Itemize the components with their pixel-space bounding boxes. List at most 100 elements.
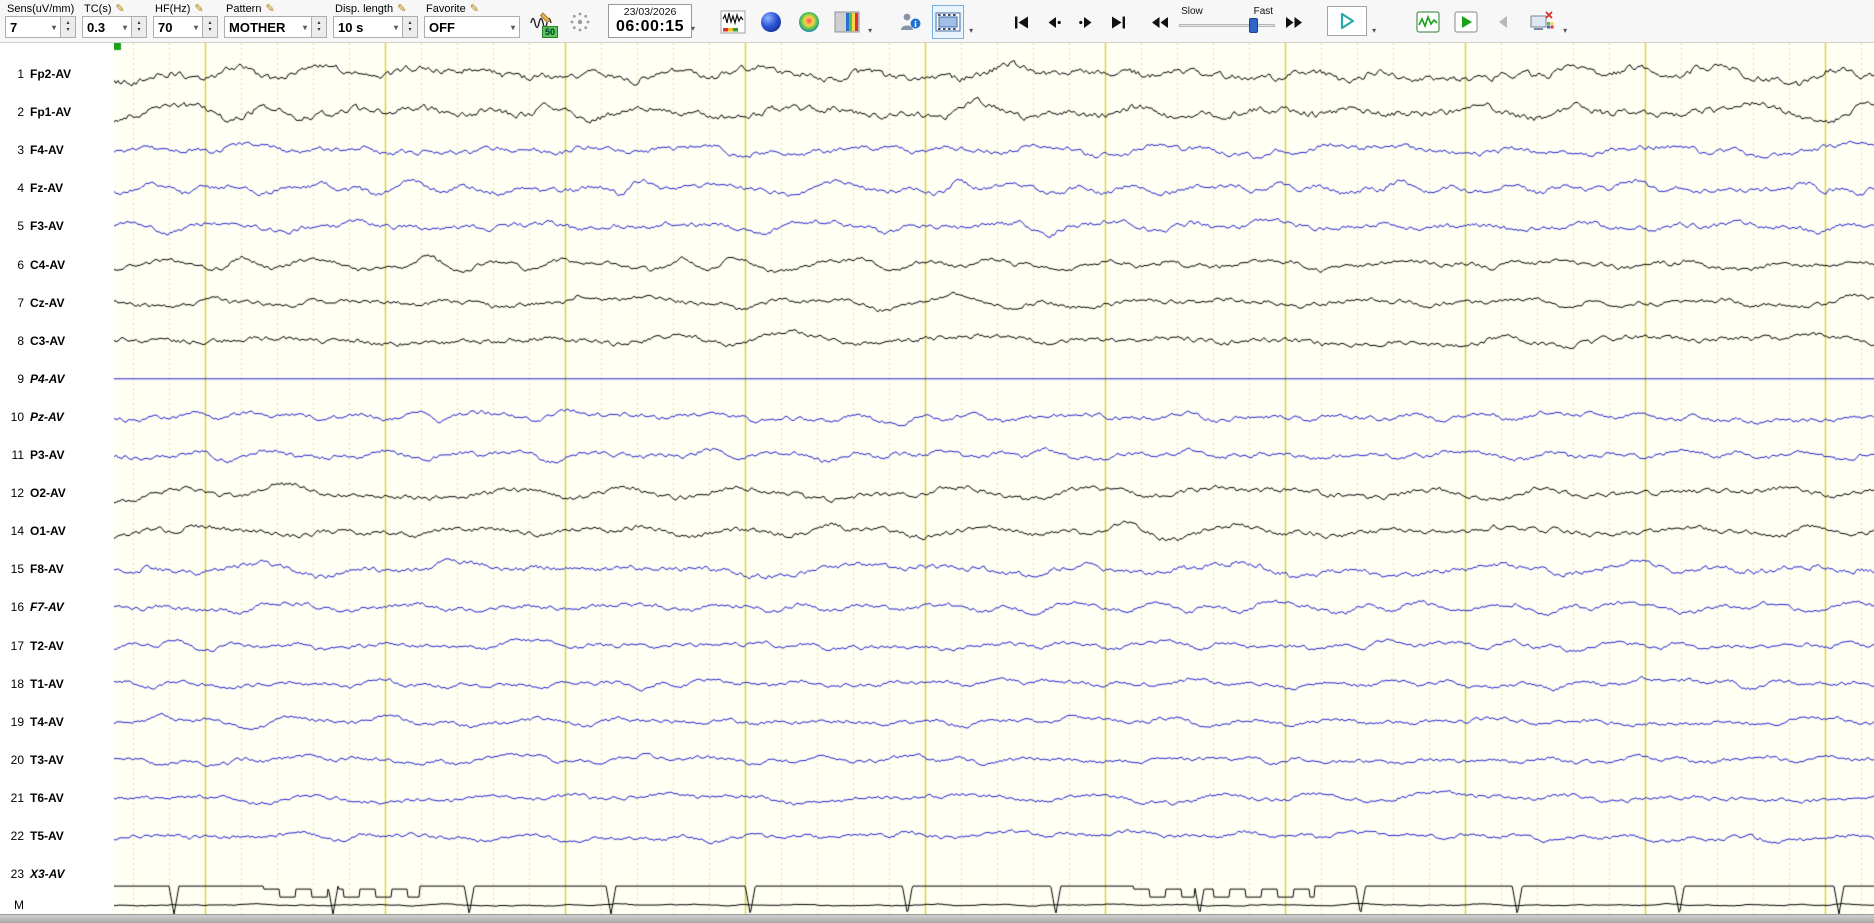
spinner-up-icon[interactable]: ▴ bbox=[66, 20, 69, 27]
speed-slider[interactable] bbox=[1179, 17, 1276, 33]
spinner-down-icon[interactable]: ▾ bbox=[317, 27, 320, 34]
video-menu-arrow[interactable]: ▾ bbox=[969, 26, 973, 35]
hf-select[interactable]: 70 ▾ bbox=[153, 16, 203, 38]
back-button[interactable] bbox=[1488, 5, 1520, 39]
fast-forward-button[interactable] bbox=[1281, 5, 1307, 39]
channel-number: 21 bbox=[10, 790, 24, 805]
spinner-down-icon[interactable]: ▾ bbox=[408, 27, 411, 34]
notch-filter-button[interactable]: 50 bbox=[526, 5, 558, 39]
filmstrip-icon bbox=[935, 12, 961, 32]
edit-pencil-icon[interactable]: ✎ bbox=[470, 3, 479, 14]
favorite-select[interactable]: OFF ▾ bbox=[424, 16, 520, 38]
edit-pencil-icon[interactable]: ✎ bbox=[265, 3, 274, 14]
jump-end-button[interactable] bbox=[1105, 5, 1131, 39]
views-menu-arrow[interactable]: ▾ bbox=[868, 26, 872, 35]
patient-info-icon bbox=[901, 13, 921, 30]
channel-row-12[interactable]: 12 O2-AV bbox=[0, 484, 114, 502]
eeg-trace-canvas[interactable] bbox=[114, 43, 1874, 914]
notch-badge: 50 bbox=[541, 26, 558, 38]
pattern-select[interactable]: MOTHER ▾ bbox=[224, 16, 312, 38]
channel-row-7[interactable]: 7 Cz-AV bbox=[0, 294, 114, 312]
rainbow-sphere-icon bbox=[799, 12, 820, 32]
play-button[interactable] bbox=[1327, 6, 1368, 36]
channel-row-19[interactable]: 19 T4-AV bbox=[0, 713, 114, 731]
spinner-down-icon[interactable]: ▾ bbox=[208, 27, 211, 34]
channel-row-8[interactable]: 8 C3-AV bbox=[0, 332, 114, 350]
chevron-down-icon: ▾ bbox=[122, 22, 127, 32]
trace-view-button[interactable] bbox=[717, 5, 749, 39]
channel-row-5[interactable]: 5 F3-AV bbox=[0, 217, 114, 235]
datetime-display[interactable]: 23/03/2026 06:00:15 bbox=[608, 4, 693, 38]
speed-control: Slow Fast bbox=[1179, 6, 1276, 33]
blue-sphere-icon bbox=[761, 12, 782, 32]
chevron-down-icon: ▾ bbox=[393, 22, 398, 32]
pattern-label-text: Pattern bbox=[226, 2, 262, 15]
channel-label: Fz-AV bbox=[30, 181, 64, 196]
tc-select[interactable]: 0.3 ▾ bbox=[82, 16, 132, 38]
channel-row-6[interactable]: 6 C4-AV bbox=[0, 256, 114, 274]
favorite-control-group: Favorite ✎ OFF ▾ bbox=[424, 2, 520, 38]
eeg-trace-icon bbox=[720, 10, 746, 34]
tools-menu-arrow[interactable]: ▾ bbox=[1563, 26, 1567, 35]
step-back-button[interactable] bbox=[1041, 5, 1067, 39]
dsa-view-button[interactable] bbox=[831, 5, 863, 39]
spinner-up-icon[interactable]: ▴ bbox=[317, 20, 320, 27]
channel-row-20[interactable]: 20 T3-AV bbox=[0, 751, 114, 769]
channel-row-4[interactable]: 4 Fz-AV bbox=[0, 179, 114, 197]
topo-map-button[interactable] bbox=[793, 5, 825, 39]
channel-row-16[interactable]: 16 F7-AV bbox=[0, 598, 114, 616]
hf-control-group: HF(Hz) ✎ 70 ▾ ▴ ▾ bbox=[153, 2, 218, 38]
channel-row-14[interactable]: 14 O1-AV bbox=[0, 522, 114, 540]
dotted-circle-icon bbox=[570, 12, 590, 32]
edit-pencil-icon[interactable]: ✎ bbox=[397, 3, 406, 14]
channel-row-10[interactable]: 10 Pz-AV bbox=[0, 408, 114, 426]
sens-control-group: Sens(uV/mm) 7 ▾ ▴ ▾ bbox=[5, 2, 76, 38]
date-label: 23/03/2026 bbox=[623, 6, 677, 18]
channel-row-3[interactable]: 3 F4-AV bbox=[0, 141, 114, 159]
channel-label: O1-AV bbox=[30, 524, 66, 539]
hf-spinner[interactable]: ▴ ▾ bbox=[203, 16, 218, 38]
channel-label: Fp1-AV bbox=[30, 105, 72, 120]
bottom-scrollbar[interactable] bbox=[0, 914, 1874, 923]
rewind-button[interactable] bbox=[1147, 5, 1173, 39]
spinner-down-icon[interactable]: ▾ bbox=[66, 27, 69, 34]
channel-row-M[interactable]: M bbox=[0, 896, 114, 914]
disp-length-select[interactable]: 10 s ▾ bbox=[333, 16, 403, 38]
monitor-play-button[interactable] bbox=[1450, 5, 1482, 39]
pattern-spinner[interactable]: ▴ ▾ bbox=[312, 16, 327, 38]
close-review-button[interactable] bbox=[1526, 5, 1558, 39]
spinner-up-icon[interactable]: ▴ bbox=[208, 20, 211, 27]
datetime-menu-arrow[interactable]: ▾ bbox=[691, 24, 695, 33]
channel-row-21[interactable]: 21 T6-AV bbox=[0, 789, 114, 807]
spinner-up-icon[interactable]: ▴ bbox=[137, 20, 140, 27]
channel-row-15[interactable]: 15 F8-AV bbox=[0, 560, 114, 578]
spinner-up-icon[interactable]: ▴ bbox=[408, 20, 411, 27]
channel-row-18[interactable]: 18 T1-AV bbox=[0, 675, 114, 693]
tc-spinner[interactable]: ▴ ▾ bbox=[132, 16, 147, 38]
channel-row-22[interactable]: 22 T5-AV bbox=[0, 827, 114, 845]
sens-select[interactable]: 7 ▾ bbox=[5, 16, 61, 38]
monitor-trace-button[interactable] bbox=[1412, 5, 1444, 39]
sens-spinner[interactable]: ▴ ▾ bbox=[61, 16, 76, 38]
channel-row-1[interactable]: 1 Fp2-AV bbox=[0, 65, 114, 83]
channel-row-11[interactable]: 11 P3-AV bbox=[0, 446, 114, 464]
spinner-down-icon[interactable]: ▾ bbox=[137, 27, 140, 34]
stim-settings-button[interactable] bbox=[564, 5, 596, 39]
channel-number: 17 bbox=[10, 638, 24, 653]
datetime-group: 23/03/2026 06:00:15 ▾ bbox=[608, 2, 695, 38]
disp-length-spinner[interactable]: ▴ ▾ bbox=[403, 16, 418, 38]
brain-map-button[interactable] bbox=[755, 5, 787, 39]
edit-pencil-icon[interactable]: ✎ bbox=[116, 3, 125, 14]
channel-row-9[interactable]: 9 P4-AV bbox=[0, 370, 114, 388]
edit-pencil-icon[interactable]: ✎ bbox=[194, 3, 203, 14]
patient-info-button[interactable] bbox=[894, 5, 926, 39]
step-forward-button[interactable] bbox=[1073, 5, 1099, 39]
channel-row-23[interactable]: 23 X3-AV bbox=[0, 865, 114, 883]
play-menu-arrow[interactable]: ▾ bbox=[1372, 26, 1376, 35]
channel-row-2[interactable]: 2 Fp1-AV bbox=[0, 103, 114, 121]
video-button[interactable] bbox=[932, 5, 965, 39]
channel-row-17[interactable]: 17 T2-AV bbox=[0, 637, 114, 655]
speed-slider-thumb[interactable] bbox=[1248, 18, 1258, 33]
channel-label: X3-AV bbox=[30, 867, 65, 882]
jump-start-button[interactable] bbox=[1009, 5, 1035, 39]
